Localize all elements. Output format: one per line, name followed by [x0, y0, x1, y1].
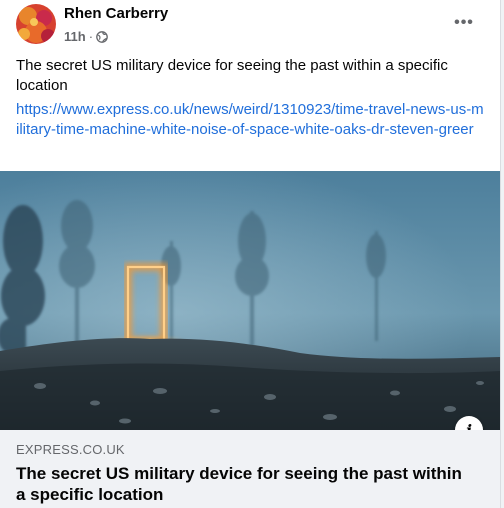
- post-header: Rhen Carberry 11h · •••: [0, 0, 500, 52]
- more-options-icon[interactable]: •••: [449, 8, 479, 38]
- link-preview-image[interactable]: [0, 171, 500, 430]
- globe-icon[interactable]: [96, 30, 108, 43]
- link-domain: EXPRESS.CO.UK: [16, 442, 125, 457]
- author-avatar[interactable]: [16, 4, 56, 44]
- author-name[interactable]: Rhen Carberry: [64, 5, 168, 22]
- post-link[interactable]: https://www.express.co.uk/news/weird/131…: [16, 100, 484, 140]
- meta-separator: ·: [88, 29, 94, 44]
- link-preview-card[interactable]: EXPRESS.CO.UK The secret US military dev…: [0, 430, 500, 508]
- post-timestamp[interactable]: 11h: [64, 29, 86, 44]
- post-message: The secret US military device for seeing…: [16, 57, 448, 94]
- feed-post: Rhen Carberry 11h · ••• The secret US mi…: [0, 0, 501, 508]
- link-title[interactable]: The secret US military device for seeing…: [16, 463, 476, 505]
- post-meta: 11h ·: [64, 29, 108, 44]
